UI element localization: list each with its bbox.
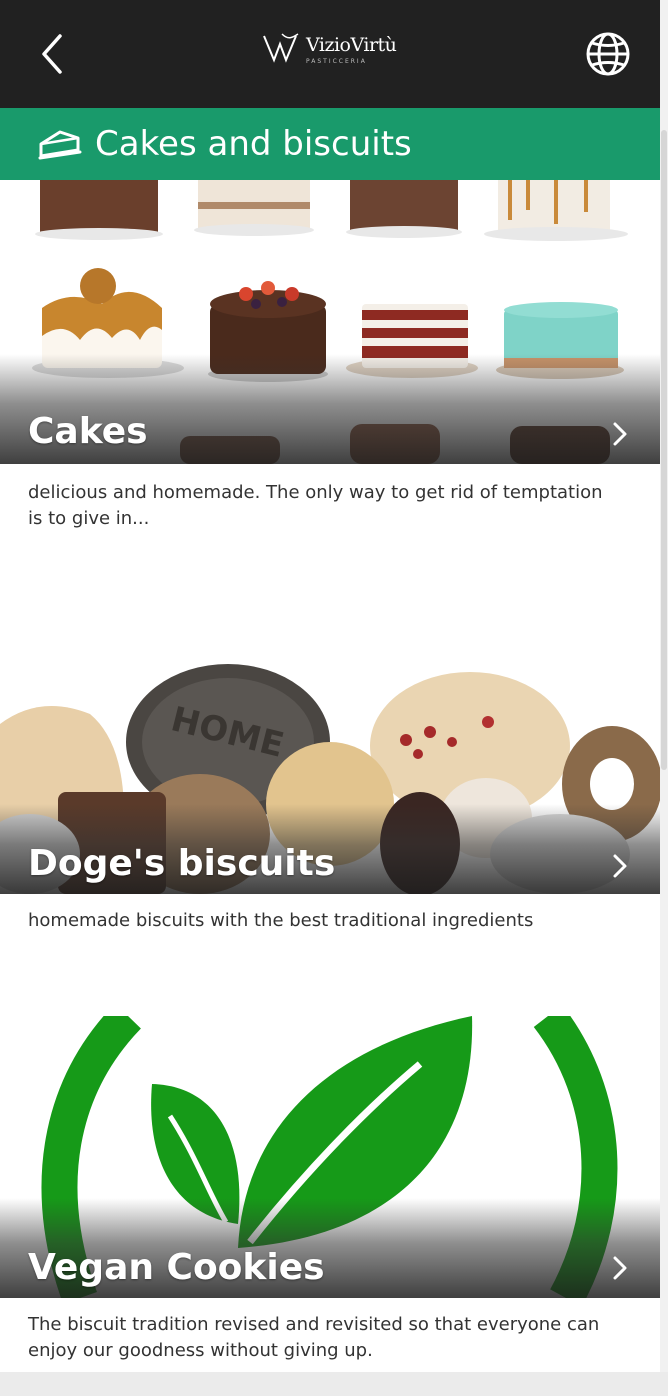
category-title: Cakes and biscuits <box>95 124 412 164</box>
card-title: Vegan Cookies <box>28 1247 325 1288</box>
chevron-left-icon <box>42 34 62 74</box>
language-button[interactable] <box>584 30 632 78</box>
page: VizioVirtù PASTICCERIA Cakes and biscuit… <box>0 0 660 1372</box>
brand-logo[interactable]: VizioVirtù PASTICCERIA <box>262 28 412 78</box>
logo-mark-icon <box>263 33 299 63</box>
card-description: The biscuit tradition revised and revisi… <box>28 1314 600 1361</box>
category-card-doges-biscuits[interactable]: HOME Doge's biscuits homemade biscuits w… <box>0 614 660 954</box>
chevron-right-icon <box>613 854 627 878</box>
back-button[interactable] <box>30 28 78 80</box>
category-card-vegan-cookies[interactable]: Vegan Cookies The biscuit tradition revi… <box>0 1016 660 1372</box>
globe-icon <box>586 32 630 76</box>
chevron-right-icon <box>613 422 627 446</box>
card-title: Doge's biscuits <box>28 843 336 884</box>
card-description: delicious and homemade. The only way to … <box>28 482 603 529</box>
logo-subtitle: PASTICCERIA <box>306 58 367 65</box>
chevron-right-icon <box>613 1256 627 1280</box>
category-card-cakes[interactable]: Cakes delicious and homemade. The only w… <box>0 180 660 550</box>
category-header: Cakes and biscuits <box>0 108 660 180</box>
card-description: homemade biscuits with the best traditio… <box>28 910 534 931</box>
logo-name: VizioVirtù <box>306 34 397 56</box>
scrollbar-thumb[interactable] <box>661 130 667 770</box>
card-title: Cakes <box>28 411 148 452</box>
cake-slice-icon <box>38 130 82 160</box>
scrollbar[interactable] <box>660 0 668 1372</box>
top-bar: VizioVirtù PASTICCERIA <box>0 0 660 108</box>
